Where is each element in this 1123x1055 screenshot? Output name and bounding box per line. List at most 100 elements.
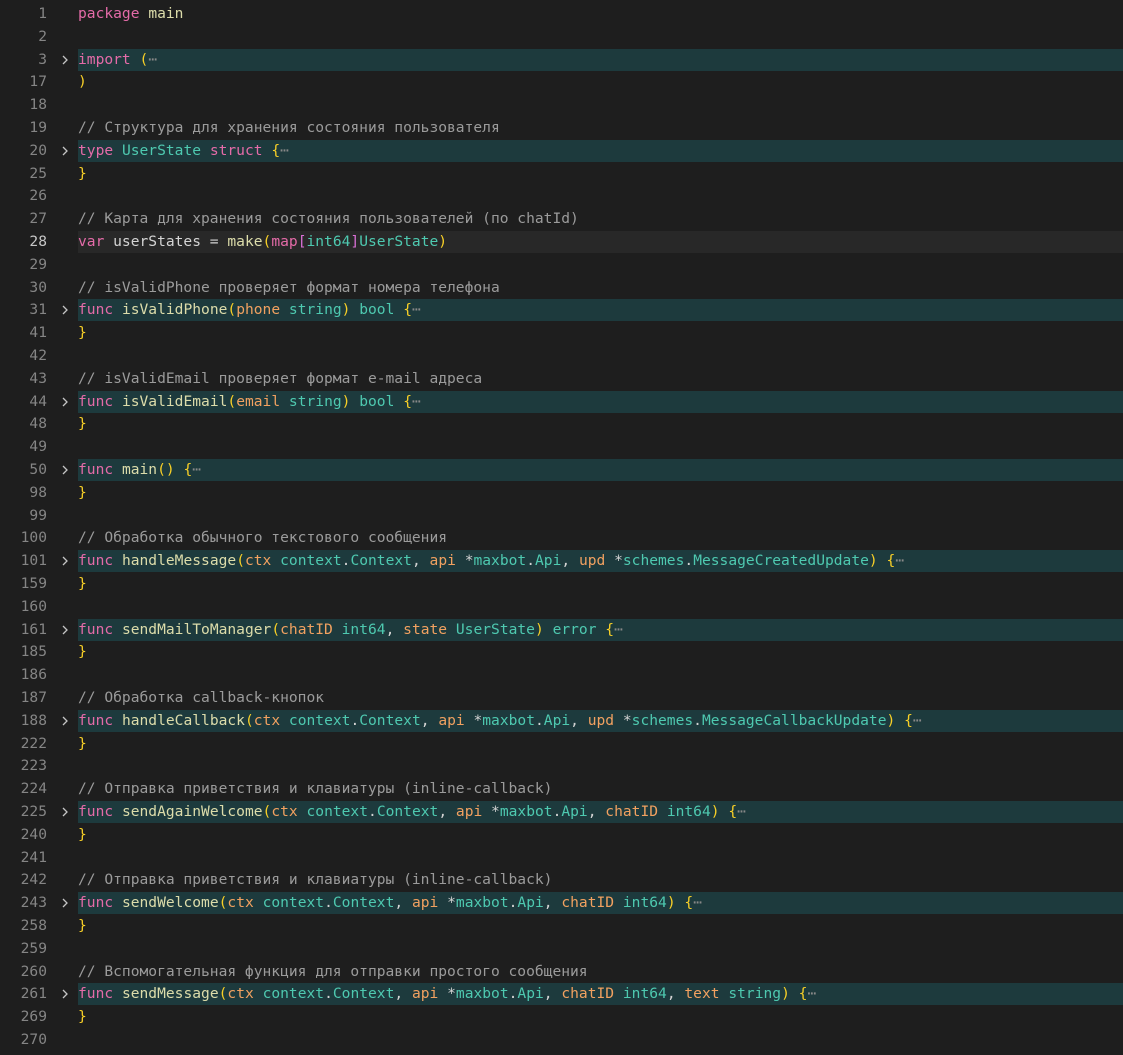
folded-ellipsis-icon[interactable]: ⋯ [412, 393, 421, 410]
code-line[interactable]: 260 // Вспомогательная функция для отправ… [0, 961, 1123, 983]
code-text[interactable]: func sendMessage(ctx context.Context, ap… [78, 983, 1123, 1006]
code-line[interactable]: 270 [0, 1029, 1123, 1051]
folded-ellipsis-icon[interactable]: ⋯ [737, 803, 746, 820]
code-text[interactable]: } [78, 641, 1123, 663]
fold-chevron-right-icon[interactable] [57, 299, 73, 321]
code-text[interactable]: // Обработка callback-кнопок [78, 687, 1123, 709]
fold-chevron-right-icon[interactable] [57, 459, 73, 481]
code-text[interactable]: func sendWelcome(ctx context.Context, ap… [78, 892, 1123, 915]
code-text[interactable] [78, 1029, 1123, 1051]
code-line[interactable]: 31 func isValidPhone(phone string) bool {… [0, 299, 1123, 322]
code-line[interactable]: 225 func sendAgainWelcome(ctx context.Con… [0, 801, 1123, 823]
code-text[interactable]: // Вспомогательная функция для отправки … [78, 961, 1123, 983]
code-line[interactable]: 269} [0, 1006, 1123, 1028]
code-text[interactable] [78, 847, 1123, 869]
code-line[interactable]: 258} [0, 915, 1123, 937]
code-line[interactable]: 27 // Карта для хранения состояния пользо… [0, 208, 1123, 230]
code-line[interactable]: 18 [0, 94, 1123, 116]
code-line[interactable]: 186 [0, 664, 1123, 686]
code-line[interactable]: 223 [0, 755, 1123, 777]
code-text[interactable]: // Отправка приветствия и клавиатуры (in… [78, 778, 1123, 800]
fold-chevron-right-icon[interactable] [57, 550, 73, 572]
folded-ellipsis-icon[interactable]: ⋯ [693, 894, 702, 911]
code-text[interactable]: // Карта для хранения состояния пользова… [78, 208, 1123, 230]
code-line[interactable]: 17) [0, 71, 1123, 93]
code-line[interactable]: 161 func sendMailToManager(chatID int64, … [0, 618, 1123, 641]
code-line[interactable]: 261 func sendMessage(ctx context.Context,… [0, 983, 1123, 1006]
code-text[interactable] [78, 938, 1123, 960]
code-text[interactable]: } [78, 733, 1123, 755]
code-text[interactable]: func isValidEmail(email string) bool {⋯ [78, 390, 1123, 413]
code-text[interactable]: } [78, 322, 1123, 344]
code-line[interactable]: 160 [0, 596, 1123, 618]
code-line[interactable]: 2 [0, 26, 1123, 48]
code-text[interactable]: } [78, 573, 1123, 595]
code-text[interactable] [78, 755, 1123, 777]
code-text[interactable]: func isValidPhone(phone string) bool {⋯ [78, 299, 1123, 322]
fold-chevron-right-icon[interactable] [57, 391, 73, 413]
code-line[interactable]: 28 var userStates = make(map[int64]UserSt… [0, 231, 1123, 253]
code-line[interactable]: 101 func handleMessage(ctx context. Contex… [0, 550, 1123, 573]
fold-chevron-right-icon[interactable] [57, 801, 73, 823]
fold-chevron-right-icon[interactable] [57, 710, 73, 732]
code-text[interactable]: } [78, 1006, 1123, 1028]
code-line[interactable]: 50 func main() {⋯ [0, 459, 1123, 481]
code-line[interactable]: 240} [0, 824, 1123, 846]
code-line[interactable]: 100 // Обработка обычного текстового сооб… [0, 527, 1123, 549]
fold-chevron-right-icon[interactable] [57, 619, 73, 641]
code-text[interactable]: } [78, 163, 1123, 185]
code-line[interactable]: 29 [0, 254, 1123, 276]
code-text[interactable]: import (⋯ [78, 48, 1123, 71]
code-text[interactable]: } [78, 915, 1123, 937]
code-line[interactable]: 224 // Отправка приветствия и клавиатуры … [0, 778, 1123, 800]
code-line[interactable]: 26 [0, 185, 1123, 207]
code-text[interactable]: } [78, 824, 1123, 846]
code-text[interactable]: // isValidEmail проверяет формат e-mail … [78, 368, 1123, 390]
code-text[interactable]: // Отправка приветствия и клавиатуры (in… [78, 869, 1123, 891]
folded-ellipsis-icon[interactable]: ⋯ [280, 142, 289, 159]
fold-chevron-right-icon[interactable] [57, 892, 73, 914]
code-line[interactable]: 243 func sendWelcome(ctx context.Context,… [0, 892, 1123, 915]
fold-chevron-right-icon[interactable] [57, 49, 73, 71]
code-text[interactable]: func handleCallback(ctx context.Context,… [78, 709, 1123, 732]
code-line[interactable]: 19 // Структура для хранения состояния по… [0, 117, 1123, 139]
folded-ellipsis-icon[interactable]: ⋯ [412, 301, 421, 318]
folded-ellipsis-icon[interactable]: ⋯ [913, 712, 922, 729]
code-text[interactable] [78, 345, 1123, 367]
code-line[interactable]: 20 type UserState struct {⋯ [0, 139, 1123, 162]
code-line[interactable]: 25} [0, 163, 1123, 185]
code-line[interactable]: 185} [0, 641, 1123, 663]
code-line[interactable]: 159} [0, 573, 1123, 595]
code-text[interactable] [78, 505, 1123, 527]
code-line[interactable]: 98} [0, 482, 1123, 504]
fold-chevron-right-icon[interactable] [57, 983, 73, 1005]
code-text[interactable] [78, 26, 1123, 48]
code-line[interactable]: 43 // isValidEmail проверяет формат e-mai… [0, 368, 1123, 390]
code-text[interactable] [78, 94, 1123, 116]
code-text[interactable]: // Структура для хранения состояния поль… [78, 117, 1123, 139]
folded-ellipsis-icon[interactable]: ⋯ [192, 461, 201, 478]
code-text[interactable]: var userStates = make(map[int64]UserStat… [78, 231, 1123, 253]
code-text[interactable]: type UserState struct {⋯ [78, 139, 1123, 162]
folded-ellipsis-icon[interactable]: ⋯ [807, 985, 816, 1002]
code-editor[interactable]: 1 package main 2 3 import (⋯ 17) 18 19// Структ… [0, 0, 1123, 1055]
code-line[interactable]: 222} [0, 733, 1123, 755]
code-text[interactable]: ) [78, 71, 1123, 93]
code-text[interactable] [78, 596, 1123, 618]
folded-ellipsis-icon[interactable]: ⋯ [895, 552, 904, 569]
code-text[interactable] [78, 185, 1123, 207]
code-line[interactable]: 259 [0, 938, 1123, 960]
fold-chevron-right-icon[interactable] [57, 140, 73, 162]
code-line[interactable]: 44 func isValidEmail(email string) bool {… [0, 390, 1123, 413]
code-line[interactable]: 242 // Отправка приветствия и клавиатуры … [0, 869, 1123, 891]
code-text[interactable]: func main() {⋯ [78, 459, 1123, 481]
code-line[interactable]: 48} [0, 413, 1123, 435]
folded-ellipsis-icon[interactable]: ⋯ [614, 621, 623, 638]
code-text[interactable] [78, 254, 1123, 276]
code-line[interactable]: 41} [0, 322, 1123, 344]
code-line[interactable]: 30 // isValidPhone проверяет формат номер… [0, 277, 1123, 299]
code-text[interactable] [78, 664, 1123, 686]
code-text[interactable]: package main [78, 3, 1123, 25]
code-text[interactable]: func handleMessage(ctx context.Context, … [78, 550, 1123, 573]
folded-ellipsis-icon[interactable]: ⋯ [148, 51, 157, 68]
